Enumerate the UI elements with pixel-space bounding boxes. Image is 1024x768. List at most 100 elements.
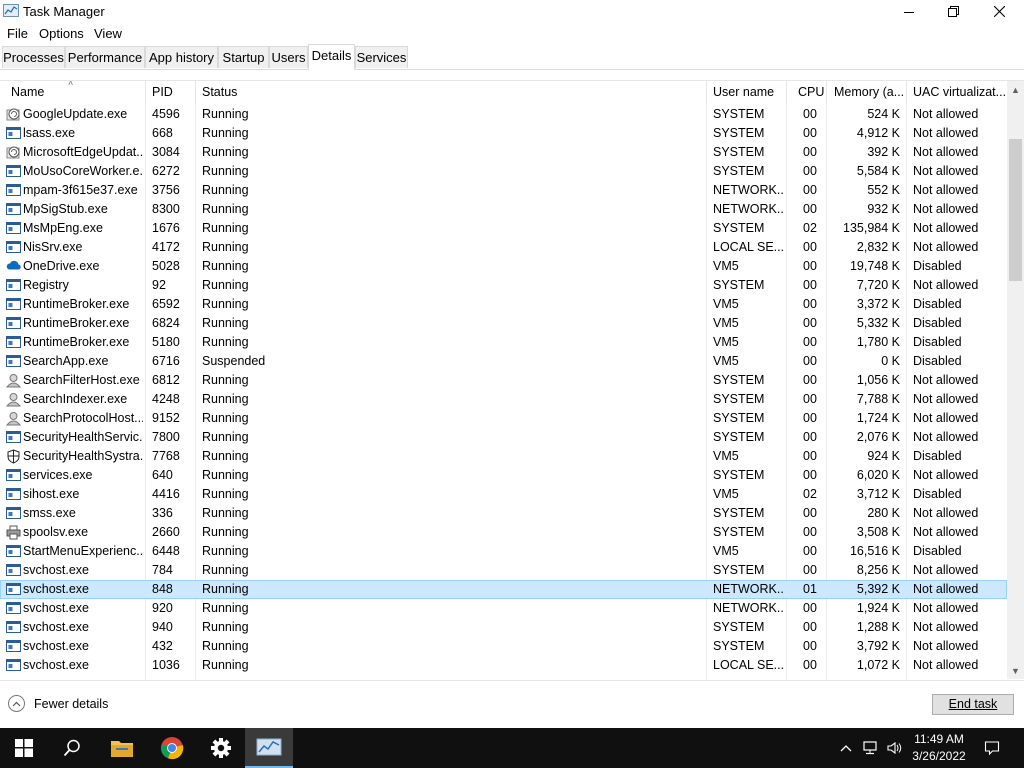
cell-user: SYSTEM bbox=[713, 373, 765, 387]
table-row[interactable]: smss.exe 336 Running SYSTEM 00 280 K Not allow… bbox=[0, 504, 1007, 523]
close-button[interactable] bbox=[976, 0, 1022, 23]
table-row[interactable]: SearchProtocolHost.... 9152 Running SYSTEM 0… bbox=[0, 409, 1007, 428]
column-header-uac[interactable]: UAC virtualizat... bbox=[907, 81, 1007, 104]
table-row[interactable]: svchost.exe 920 Running NETWORK... 00 1,924 K… bbox=[0, 599, 1007, 618]
cell-name: svchost.exe bbox=[23, 601, 90, 615]
table-row[interactable]: spoolsv.exe 2660 Running SYSTEM 00 3,508 K Not… bbox=[0, 523, 1007, 542]
notifications-icon[interactable] bbox=[984, 740, 1000, 756]
column-header-status[interactable]: Status bbox=[196, 81, 707, 104]
table-row[interactable]: SecurityHealthSystra... 7768 Running VM5 00 9… bbox=[0, 447, 1007, 466]
table-row[interactable]: MsMpEng.exe 1676 Running SYSTEM 02 135,984 KN… bbox=[0, 219, 1007, 238]
settings-button[interactable] bbox=[197, 728, 245, 768]
table-row[interactable]: MicrosoftEdgeUpdat... 3084 Running SYSTEM 00… bbox=[0, 143, 1007, 162]
cell-user: SYSTEM bbox=[713, 639, 765, 653]
tab-services[interactable]: Services bbox=[355, 46, 408, 68]
start-button[interactable] bbox=[0, 728, 48, 768]
table-row[interactable]: MpSigStub.exe 8300 Running NETWORK... 00 932 … bbox=[0, 200, 1007, 219]
scrollbar-thumb[interactable] bbox=[1009, 139, 1022, 281]
column-header-memory[interactable]: Memory (a... bbox=[827, 81, 907, 104]
column-header-pid[interactable]: PID bbox=[146, 81, 196, 104]
scroll-up-arrow-icon[interactable]: ▲ bbox=[1007, 81, 1024, 98]
tab-startup[interactable]: Startup bbox=[218, 46, 269, 68]
file-explorer-button[interactable] bbox=[98, 728, 146, 768]
cell-status: Running bbox=[202, 297, 249, 311]
tab-details[interactable]: Details bbox=[308, 44, 355, 70]
search-icon bbox=[63, 739, 80, 757]
cell-name: MpSigStub.exe bbox=[23, 202, 108, 216]
cell-status: Running bbox=[202, 126, 249, 140]
cell-uac: Not allowed bbox=[913, 525, 979, 539]
cell-user: VM5 bbox=[713, 297, 739, 311]
restore-button[interactable] bbox=[930, 0, 976, 23]
cell-uac: Not allowed bbox=[913, 221, 979, 235]
network-icon[interactable] bbox=[862, 740, 878, 756]
clock-date: 3/26/2022 bbox=[912, 749, 966, 763]
cell-name: SearchApp.exe bbox=[23, 354, 109, 368]
table-row[interactable]: SecurityHealthServic... 7800 Running SYSTEM… bbox=[0, 428, 1007, 447]
cell-uac: Not allowed bbox=[913, 183, 979, 197]
vertical-scrollbar[interactable]: ▲ ▼ bbox=[1007, 81, 1024, 679]
column-header-name[interactable]: ˄ Name bbox=[0, 81, 146, 104]
column-header-cpu[interactable]: CPU bbox=[787, 81, 827, 104]
table-row[interactable]: OneDrive.exe 5028 Running VM5 00 19,748 K Disa… bbox=[0, 257, 1007, 276]
table-row[interactable]: RuntimeBroker.exe 5180 Running VM5 00 1,780 K… bbox=[0, 333, 1007, 352]
table-row[interactable]: svchost.exe 940 Running SYSTEM 00 1,288 K Not … bbox=[0, 618, 1007, 637]
cell-name: Registry bbox=[23, 278, 69, 292]
task-manager-taskbar-button[interactable] bbox=[245, 728, 293, 768]
end-task-button[interactable]: End task bbox=[932, 694, 1014, 715]
minimize-button[interactable] bbox=[886, 0, 932, 23]
taskbar-clock[interactable]: 11:49 AM 3/26/2022 bbox=[900, 731, 978, 765]
tab-processes[interactable]: Processes bbox=[2, 46, 65, 68]
cell-status: Running bbox=[202, 601, 249, 615]
column-header-user-name[interactable]: User name bbox=[707, 81, 787, 104]
cell-status: Running bbox=[202, 639, 249, 653]
chevron-up-circle-icon[interactable] bbox=[8, 695, 25, 712]
cell-name: SecurityHealthSystra... bbox=[23, 449, 143, 463]
cell-name: mpam-3f615e37.exe bbox=[23, 183, 138, 197]
table-row[interactable]: MoUsoCoreWorker.e... 6272 Running SYSTEM 00 5… bbox=[0, 162, 1007, 181]
table-row[interactable]: svchost.exe 432 Running SYSTEM 00 3,792 K Not … bbox=[0, 637, 1007, 656]
table-row[interactable]: SearchIndexer.exe 4248 Running SYSTEM 00 7,78… bbox=[0, 390, 1007, 409]
fewer-details-link[interactable]: Fewer details bbox=[34, 697, 108, 711]
cell-pid: 920 bbox=[152, 601, 173, 615]
cell-pid: 432 bbox=[152, 639, 173, 653]
cell-uac: Not allowed bbox=[913, 639, 979, 653]
chrome-button[interactable] bbox=[148, 728, 196, 768]
cell-name: sihost.exe bbox=[23, 487, 80, 501]
tab-app-history[interactable]: App history bbox=[145, 46, 218, 68]
table-row[interactable]: Registry 92 Running SYSTEM 00 7,720 K Not allo… bbox=[0, 276, 1007, 295]
search-button[interactable] bbox=[48, 728, 96, 768]
menu-view[interactable]: View bbox=[94, 26, 122, 41]
cell-pid: 8300 bbox=[152, 202, 180, 216]
table-row[interactable]: mpam-3f615e37.exe 3756 Running NETWORK... 00… bbox=[0, 181, 1007, 200]
table-row[interactable]: services.exe 640 Running SYSTEM 00 6,020 K Not… bbox=[0, 466, 1007, 485]
table-row[interactable]: lsass.exe 668 Running SYSTEM 00 4,912 K Not al… bbox=[0, 124, 1007, 143]
chevron-up-icon[interactable] bbox=[838, 740, 854, 756]
scroll-down-arrow-icon[interactable]: ▼ bbox=[1007, 662, 1024, 679]
cell-user: VM5 bbox=[713, 544, 739, 558]
table-row[interactable]: svchost.exe 784 Running SYSTEM 00 8,256 K Not … bbox=[0, 561, 1007, 580]
cell-uac: Disabled bbox=[913, 316, 962, 330]
table-row[interactable]: svchost.exe 1036 Running LOCAL SE... 00 1,072… bbox=[0, 656, 1007, 675]
cell-status: Running bbox=[202, 468, 249, 482]
table-row[interactable]: SearchApp.exe 6716 Suspended VM5 00 0 K Disabl… bbox=[0, 352, 1007, 371]
table-row[interactable]: NisSrv.exe 4172 Running LOCAL SE... 00 2,832 … bbox=[0, 238, 1007, 257]
table-row[interactable]: GoogleUpdate.exe 4596 Running SYSTEM 00 524 K… bbox=[0, 105, 1007, 124]
menu-file[interactable]: File bbox=[7, 26, 28, 41]
task-manager-icon bbox=[256, 738, 282, 756]
cell-name: svchost.exe bbox=[23, 582, 90, 596]
process-app-icon bbox=[6, 183, 21, 197]
table-row[interactable]: RuntimeBroker.exe 6592 Running VM5 00 3,372 K… bbox=[0, 295, 1007, 314]
table-row[interactable]: RuntimeBroker.exe 6824 Running VM5 00 5,332 K… bbox=[0, 314, 1007, 333]
table-row[interactable]: SearchFilterHost.exe 6812 Running SYSTEM 00 1… bbox=[0, 371, 1007, 390]
tab-users[interactable]: Users bbox=[269, 46, 308, 68]
tab-performance[interactable]: Performance bbox=[65, 46, 145, 68]
menu-options[interactable]: Options bbox=[39, 26, 84, 41]
table-row[interactable]: svchost.exe 848 Running NETWORK... 01 5,392 K… bbox=[0, 580, 1007, 599]
cell-user: SYSTEM bbox=[713, 525, 765, 539]
table-row[interactable]: StartMenuExperienc... 6448 Running VM5 00 16,… bbox=[0, 542, 1007, 561]
table-row[interactable]: sihost.exe 4416 Running VM5 02 3,712 K Disable… bbox=[0, 485, 1007, 504]
cell-status: Running bbox=[202, 373, 249, 387]
cell-name: svchost.exe bbox=[23, 639, 90, 653]
process-app-icon bbox=[6, 487, 21, 501]
